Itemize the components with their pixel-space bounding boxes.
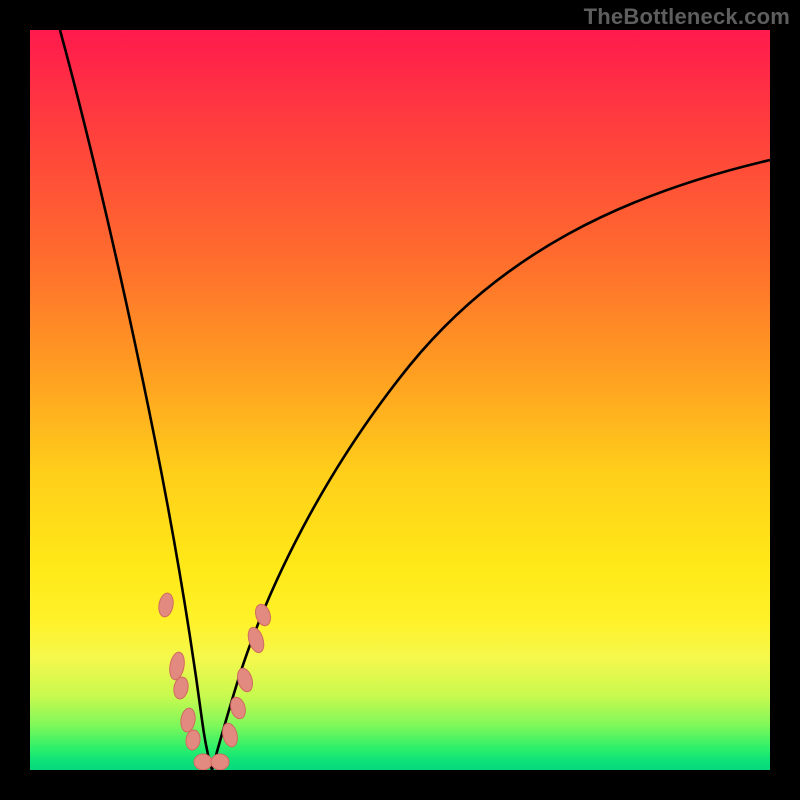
marker — [168, 651, 187, 681]
curve-left-branch — [60, 30, 212, 770]
marker — [253, 602, 273, 627]
marker — [194, 754, 212, 770]
curve-right-branch — [212, 160, 770, 770]
bottleneck-curve — [30, 30, 770, 770]
watermark-text: TheBottleneck.com — [584, 4, 790, 30]
marker — [235, 667, 255, 694]
marker-group — [157, 592, 273, 770]
marker — [211, 754, 229, 770]
marker — [179, 707, 196, 733]
frame: TheBottleneck.com — [0, 0, 800, 800]
marker — [157, 592, 175, 618]
plot-area — [30, 30, 770, 770]
